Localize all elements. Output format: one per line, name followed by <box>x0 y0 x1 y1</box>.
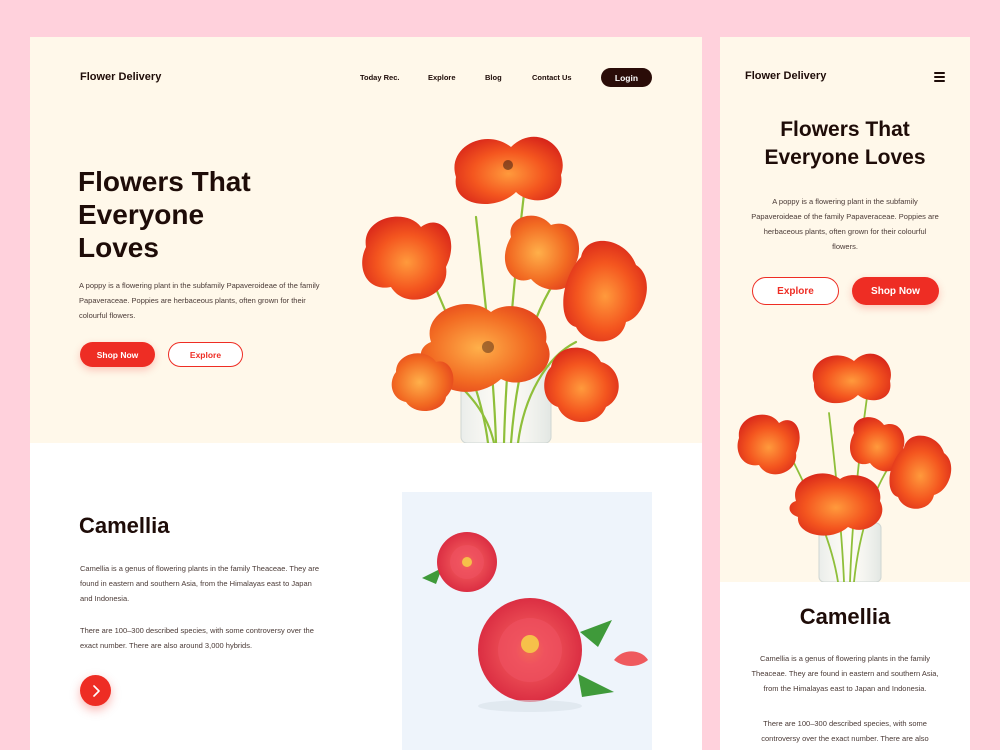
menu-line <box>934 76 945 78</box>
login-button[interactable]: Login <box>601 68 652 87</box>
desktop-page: Flower Delivery Today Rec. Explore Blog … <box>30 37 702 750</box>
hero-title-line: Loves <box>78 232 159 263</box>
camellia-title: Camellia <box>79 513 170 538</box>
nav-today-rec[interactable]: Today Rec. <box>360 73 399 82</box>
explore-button[interactable]: Explore <box>168 342 243 367</box>
hero-title: Flowers That Everyone Loves <box>78 165 318 264</box>
mobile-camellia-title: Camellia <box>799 604 891 629</box>
mobile-hero-title: Flowers That Everyone Loves <box>720 116 970 172</box>
mobile-hero-title-line: Flowers That <box>780 118 910 141</box>
shop-now-button[interactable]: Shop Now <box>80 342 155 367</box>
mobile-shop-now-button[interactable]: Shop Now <box>852 277 939 305</box>
hamburger-menu-icon[interactable] <box>934 72 945 82</box>
mobile-camellia-paragraph-2: There are 100–300 described species, wit… <box>761 719 929 743</box>
mobile-poppy-bouquet-image <box>737 353 952 582</box>
mobile-camellia-paragraph-1: Camellia is a genus of flowering plants … <box>751 654 939 693</box>
nav-blog[interactable]: Blog <box>485 73 502 82</box>
camellia-paragraph-2: There are 100–300 described species, wit… <box>80 626 314 650</box>
hero-description: A poppy is a flowering plant in the subf… <box>79 281 320 320</box>
nav-explore[interactable]: Explore <box>428 73 456 82</box>
mobile-brand-logo[interactable]: Flower Delivery <box>745 70 826 82</box>
poppy-bouquet-image <box>362 136 647 443</box>
camellia-paragraph-1: Camellia is a genus of flowering plants … <box>80 564 320 603</box>
mobile-explore-button[interactable]: Explore <box>752 277 839 305</box>
menu-line <box>934 80 945 82</box>
hero-title-line: Everyone <box>78 199 205 230</box>
nav-contact-us[interactable]: Contact Us <box>532 73 572 82</box>
hero-section: Flower Delivery Today Rec. Explore Blog … <box>30 37 702 443</box>
hero-title-line: Flowers That <box>78 166 251 197</box>
mobile-hero-description: A poppy is a flowering plant in the subf… <box>751 197 939 251</box>
mobile-page: Flower Delivery Flowers That Everyone Lo… <box>720 37 970 750</box>
next-button[interactable] <box>80 675 111 706</box>
mobile-hero-title-line: Everyone Loves <box>764 146 926 169</box>
brand-logo[interactable]: Flower Delivery <box>80 71 161 83</box>
mobile-hero-section: Flower Delivery Flowers That Everyone Lo… <box>720 37 970 582</box>
menu-line <box>934 72 945 74</box>
camellia-image <box>402 492 652 750</box>
chevron-right-icon <box>92 684 100 697</box>
